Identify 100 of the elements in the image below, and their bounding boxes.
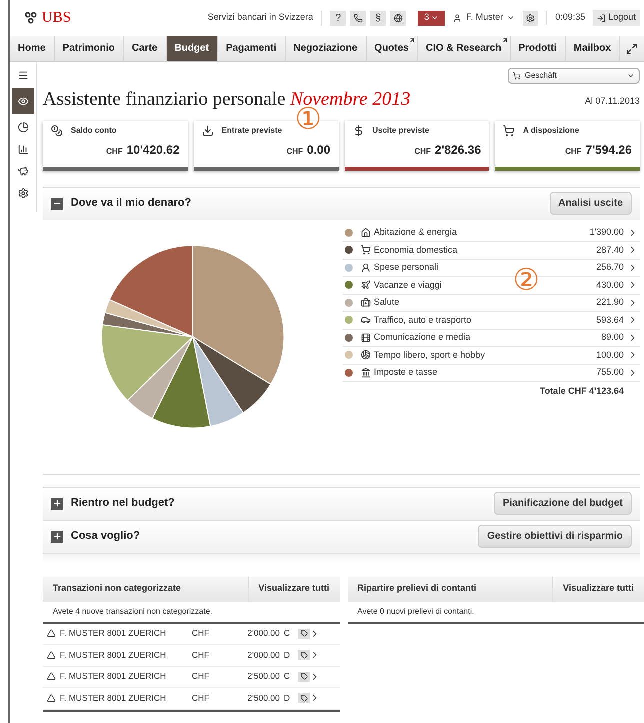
category-tag-icon[interactable] [298, 672, 310, 682]
category-amount: 100.00 [596, 348, 624, 362]
logout-button[interactable]: Logout [593, 10, 640, 26]
transaction-row[interactable]: F. MUSTER 8001 ZUERICH CHF 2'500.00 C [43, 666, 340, 688]
category-icon [361, 368, 371, 378]
nav-tab[interactable]: Home [10, 36, 55, 61]
date-label: Al 07.11.2013 [585, 95, 640, 108]
category-row[interactable]: Imposte e tasse 755.00 [343, 364, 640, 382]
card-amount: 7'594.26 [586, 142, 632, 158]
maximize-icon[interactable] [626, 42, 638, 54]
transaction-type: D [284, 648, 292, 662]
transaction-icon [47, 629, 56, 638]
sidebar-item[interactable] [12, 88, 34, 114]
nav-tab[interactable]: Prodotti [510, 36, 566, 61]
section-button[interactable]: Pianificazione del budget [494, 492, 632, 515]
transaction-type: C [284, 670, 292, 684]
caret-icon [627, 72, 635, 80]
category-icon [361, 280, 371, 290]
card-currency: CHF [414, 146, 432, 158]
globe-button[interactable] [390, 10, 406, 26]
card-amount: 10'420.62 [126, 142, 180, 158]
nav-tab[interactable]: CIO & Research [418, 36, 511, 61]
category-amount: 1'390.00 [590, 226, 624, 239]
section-button[interactable]: Gestire obiettivi di risparmio [478, 525, 632, 548]
category-row[interactable]: Tempo libero, sport e hobby 100.00 [343, 347, 640, 364]
transaction-row[interactable]: F. MUSTER 8001 ZUERICH CHF 2'000.00 C [43, 624, 340, 645]
help-button[interactable]: ? [330, 10, 346, 26]
nav-tab[interactable]: Mailbox [566, 36, 620, 61]
transaction-row[interactable]: F. MUSTER 8001 ZUERICH CHF 2'500.00 D [43, 688, 340, 710]
caret-icon [507, 14, 516, 22]
section-title: Dove va il mio denaro? [71, 196, 192, 212]
transaction-icon [47, 650, 56, 660]
category-amount: 221.90 [596, 296, 624, 309]
expand-icon[interactable] [51, 530, 63, 542]
transaction-name: F. MUSTER 8001 ZUERICH [60, 670, 168, 684]
category-row[interactable]: Traffico, auto e trasporto 593.64 [343, 312, 640, 330]
card-icon [51, 124, 63, 136]
transaction-name: F. MUSTER 8001 ZUERICH [60, 627, 168, 640]
category-label: Economia domestica [374, 244, 458, 256]
globe-icon [394, 14, 403, 22]
profile-select[interactable]: Geschäft [508, 68, 640, 84]
nav-tab[interactable]: Budget [166, 36, 218, 61]
transaction-name: F. MUSTER 8001 ZUERICH [60, 648, 168, 662]
expand-icon[interactable] [51, 498, 63, 510]
region-label: Servizi bancari in Svizzera [208, 11, 314, 24]
logo[interactable]: UBS [42, 6, 72, 30]
user-icon [453, 14, 462, 22]
category-amount: 89.00 [601, 331, 624, 344]
settings-button[interactable] [523, 10, 538, 26]
notifications-button[interactable]: 3 [418, 10, 446, 26]
legal-button[interactable]: § [370, 10, 386, 26]
bars-icon [18, 144, 28, 154]
view-all-link[interactable]: Visualizzare tutti [248, 576, 340, 602]
transaction-amount: 2'500.00 [246, 692, 280, 705]
section-button[interactable]: Analisi uscite [550, 192, 632, 215]
collapse-icon[interactable] [51, 198, 63, 210]
category-icon [361, 315, 371, 326]
nav-tab[interactable]: Negoziazione [286, 36, 367, 61]
transaction-currency: CHF [192, 648, 210, 662]
category-tag-icon[interactable] [298, 628, 310, 639]
list-icon [18, 70, 28, 80]
category-icon [361, 298, 371, 308]
category-label: Tempo libero, sport e hobby [374, 348, 486, 362]
category-icon [361, 350, 371, 360]
category-row[interactable]: Salute 221.90 [343, 294, 640, 312]
category-label: Imposte e tasse [374, 366, 438, 379]
category-label: Comunicazione e media [374, 331, 471, 344]
view-all-link[interactable]: Visualizzare tutti [552, 576, 644, 602]
card-label: Saldo conto [71, 124, 117, 136]
caret-icon [431, 14, 440, 22]
nav-tab[interactable]: Patrimonio [54, 36, 124, 61]
card-icon [352, 124, 364, 136]
category-tag-icon[interactable] [298, 693, 310, 704]
category-row[interactable]: Economia domestica 287.40 [343, 242, 640, 260]
table-message: Avete 4 nuove transazioni non categorizzate. [53, 606, 213, 618]
transaction-amount: 2'000.00 [246, 648, 280, 662]
category-row[interactable]: Abitazione & energia 1'390.00 [343, 224, 640, 242]
category-icon [361, 262, 371, 273]
nav-tab[interactable]: Pagamenti [218, 36, 286, 61]
transaction-icon [47, 694, 56, 703]
category-label: Salute [374, 296, 400, 309]
transaction-row[interactable]: F. MUSTER 8001 ZUERICH CHF 2'000.00 D [43, 645, 340, 666]
card-amount: 2'826.36 [435, 142, 482, 158]
table-message: Avete 0 nuovi prelievi di contanti. [358, 606, 474, 618]
card-label: A disposizione [523, 124, 580, 136]
transaction-name: F. MUSTER 8001 ZUERICH [60, 692, 168, 705]
card-label: Uscite previste [372, 124, 430, 136]
transaction-amount: 2'500.00 [246, 670, 280, 684]
transaction-amount: 2'000.00 [246, 627, 280, 640]
category-tag-icon[interactable] [298, 650, 310, 660]
category-amount: 287.40 [596, 244, 624, 256]
logout-icon [597, 14, 606, 22]
nav-tab[interactable]: Quotes [366, 36, 418, 61]
phone-button[interactable] [350, 10, 366, 26]
category-row[interactable]: Comunicazione e media 89.00 [343, 330, 640, 347]
card-currency: CHF [286, 146, 304, 158]
transaction-currency: CHF [192, 670, 210, 684]
section-title: Cosa voglio? [71, 529, 140, 544]
user-menu[interactable]: F. Muster [453, 11, 516, 25]
category-icon [361, 245, 371, 256]
